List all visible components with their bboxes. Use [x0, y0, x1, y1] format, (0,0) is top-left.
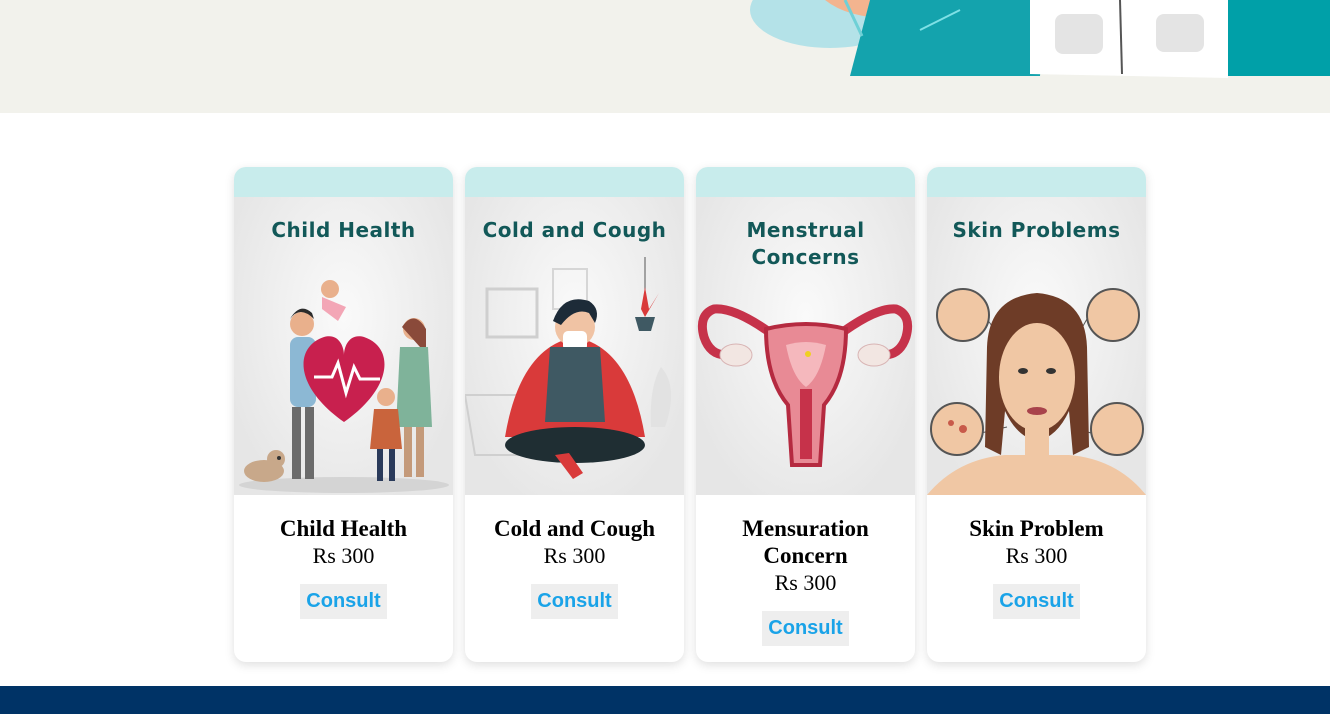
card-info: Mensuration Concern Rs 300 Consult — [696, 515, 915, 646]
card-skin-problems: Skin Problems Skin Problem Rs 300 Consul… — [927, 167, 1146, 662]
hero-banner — [0, 0, 1330, 113]
service-cards: Child Health Child Health Rs 300 Consult — [234, 167, 1146, 662]
child-health-image: Child Health — [234, 197, 453, 495]
card-name: Mensuration Concern — [742, 516, 869, 568]
card-band — [696, 167, 915, 197]
card-menstrual-concerns: Menstrual Concerns Mensuration Concern R… — [696, 167, 915, 662]
consult-button-child-health[interactable]: Consult — [300, 584, 387, 619]
card-info: Child Health Rs 300 Consult — [234, 515, 453, 619]
menstrual-concerns-image-title: Menstrual Concerns — [696, 217, 915, 271]
card-name: Child Health — [279, 516, 408, 541]
skin-problems-image-title: Skin Problems — [952, 218, 1121, 242]
card-price: Rs 300 — [543, 543, 606, 568]
card-name: Skin Problem — [969, 516, 1104, 541]
cold-and-cough-image: Cold and Cough — [465, 197, 684, 495]
card-band — [927, 167, 1146, 197]
card-cold-and-cough: Cold and Cough Cold and Cough Rs 300 Con… — [465, 167, 684, 662]
card-info: Cold and Cough Rs 300 Consult — [465, 515, 684, 619]
consult-button-skin-problems[interactable]: Consult — [993, 584, 1080, 619]
cold-and-cough-image-title: Cold and Cough — [482, 218, 667, 242]
consult-button-cold-and-cough[interactable]: Consult — [531, 584, 618, 619]
skin-problems-image: Skin Problems — [927, 197, 1146, 495]
card-band — [465, 167, 684, 197]
image-title-line1: Menstrual — [746, 218, 865, 242]
footer-band — [0, 686, 1330, 714]
card-band — [234, 167, 453, 197]
card-price: Rs 300 — [312, 543, 375, 568]
card-price: Rs 300 — [774, 570, 837, 595]
image-title-line2: Concerns — [751, 245, 860, 269]
card-child-health: Child Health Child Health Rs 300 Consult — [234, 167, 453, 662]
card-name: Cold and Cough — [493, 516, 656, 541]
doctor-illustration — [750, 0, 1330, 78]
card-price: Rs 300 — [1005, 543, 1068, 568]
child-health-image-title: Child Health — [271, 218, 416, 242]
consult-button-menstrual-concerns[interactable]: Consult — [762, 611, 849, 646]
menstrual-concerns-image: Menstrual Concerns — [696, 197, 915, 495]
card-info: Skin Problem Rs 300 Consult — [927, 515, 1146, 619]
